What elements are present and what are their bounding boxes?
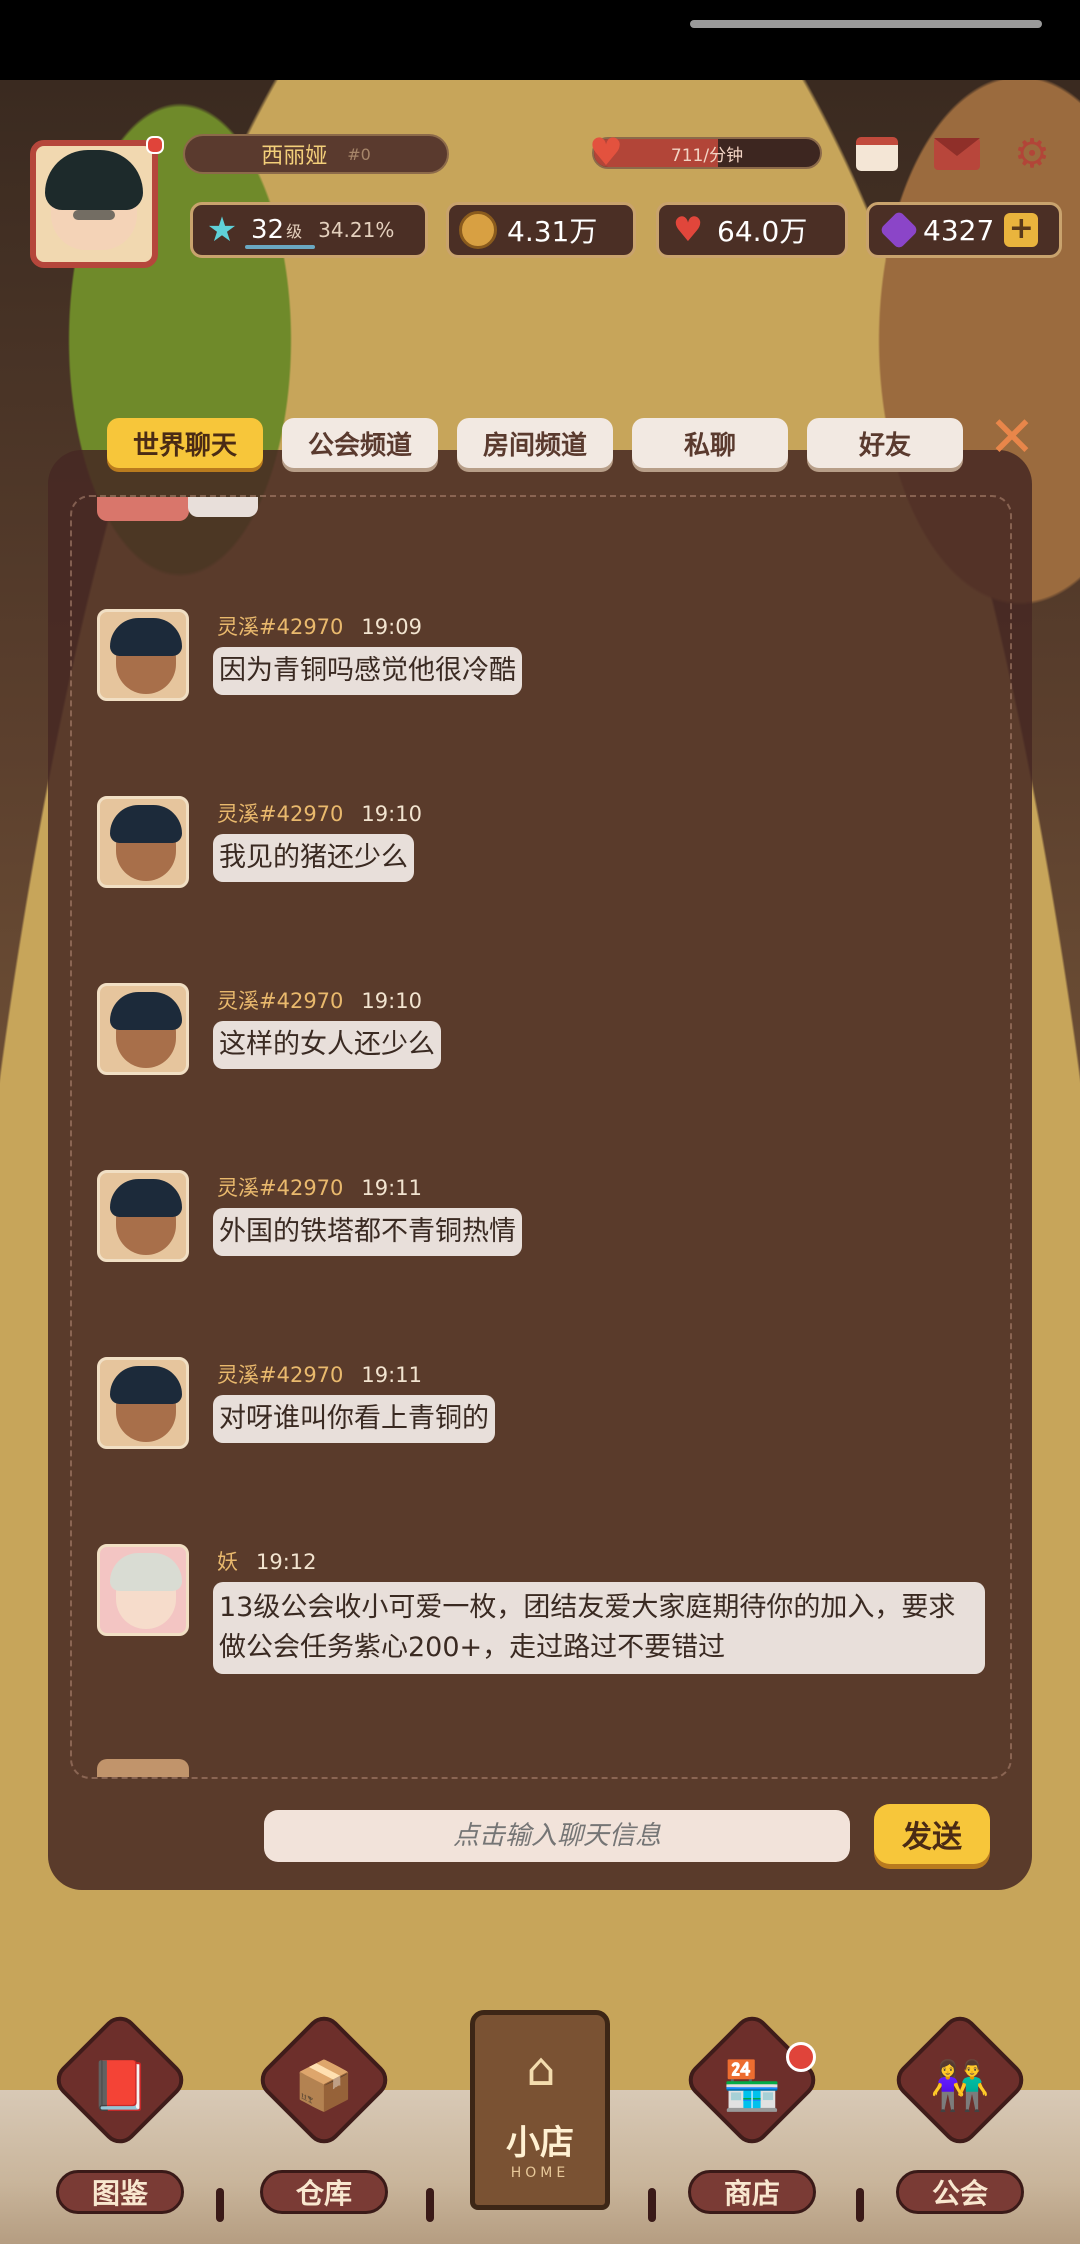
income-rate-bar: 711/分钟 — [592, 137, 822, 169]
message-time: 19:12 — [256, 1550, 317, 1574]
couple-icon: 👫 — [930, 2057, 990, 2114]
message-meta: 妖 19:12 — [217, 1546, 317, 1576]
nav-catalog-label: 图鉴 — [56, 2170, 184, 2214]
heart-icon: ♥ — [672, 210, 704, 250]
message-bubble — [188, 497, 258, 517]
nav-guild[interactable]: 👫 公会 — [889, 2009, 1031, 2214]
message-time: 19:10 — [361, 802, 422, 826]
message-time: 19:09 — [361, 615, 422, 639]
nav-divider — [648, 2188, 656, 2222]
star-icon: ★ — [206, 210, 238, 250]
message-meta: 灵溪#42970 19:09 — [217, 611, 422, 641]
gems-pill[interactable]: 4327 + — [866, 202, 1062, 258]
nav-warehouse[interactable]: 📦 仓库 — [253, 2009, 395, 2214]
nav-catalog[interactable]: 📕 图鉴 — [49, 2009, 191, 2214]
add-gems-button[interactable]: + — [1004, 213, 1039, 247]
house-icon: ⌂ — [526, 2042, 556, 2096]
income-rate-text: 711/分钟 — [670, 145, 744, 166]
message-username[interactable]: 灵溪#42970 — [217, 1176, 343, 1200]
nav-divider — [856, 2188, 864, 2222]
send-button[interactable]: 发送 — [874, 1804, 990, 1864]
player-avatar-face — [45, 150, 143, 250]
tab-world-chat[interactable]: 世界聊天 — [107, 418, 263, 468]
level-unit: 级 — [286, 222, 303, 241]
avatar[interactable] — [97, 796, 189, 888]
gear-icon[interactable]: ⚙ — [1008, 131, 1056, 177]
nav-home-shop[interactable]: ⌂ 小店 HOME — [470, 2010, 610, 2210]
message-meta: 灵溪#42970 19:10 — [217, 798, 422, 828]
avatar[interactable] — [97, 1759, 189, 1777]
avatar[interactable] — [97, 1544, 189, 1636]
player-avatar[interactable] — [30, 140, 158, 268]
status-bar — [0, 0, 1080, 80]
hearts-value: 64.0万 — [717, 215, 808, 248]
mail-icon[interactable] — [933, 134, 981, 174]
level-progress: 34.21% — [318, 218, 395, 242]
chat-input[interactable] — [264, 1810, 850, 1862]
box-icon: 📦 — [294, 2057, 354, 2114]
nav-shop-title: 小店 — [506, 2123, 574, 2163]
message-bubble: 因为青铜吗感觉他很冷酷 — [213, 647, 522, 695]
avatar[interactable] — [97, 1357, 189, 1449]
storefront-icon: 🏪 — [722, 2057, 782, 2114]
nav-guild-label: 公会 — [896, 2170, 1024, 2214]
player-name: 西丽娅 — [261, 144, 328, 169]
message-username[interactable]: 灵溪#42970 — [217, 802, 343, 826]
home-indicator[interactable] — [690, 20, 1042, 28]
heart-icon: ♥ — [588, 130, 624, 174]
message-meta: 灵溪#42970 19:11 — [217, 1172, 422, 1202]
nav-shop-subtitle: HOME — [510, 2165, 570, 2181]
gems-value: 4327 — [923, 213, 995, 247]
message-meta: 灵溪#42970 19:10 — [217, 985, 422, 1015]
gem-icon — [879, 210, 919, 250]
tab-friends[interactable]: 好友 — [807, 418, 963, 468]
coins-pill[interactable]: 4.31万 — [446, 202, 636, 258]
message-time: 19:11 — [361, 1363, 422, 1387]
nav-store-label: 商店 — [688, 2170, 816, 2214]
message-bubble: 这样的女人还少么 — [213, 1021, 441, 1069]
player-tag: #0 — [347, 144, 371, 164]
message-bubble: 13级公会收小可爱一枚，团结友爱大家庭期待你的加入，要求做公会任务紫心200+，… — [213, 1582, 985, 1674]
level-progress-bar — [245, 245, 315, 249]
nav-divider — [216, 2188, 224, 2222]
nav-warehouse-label: 仓库 — [260, 2170, 388, 2214]
close-icon[interactable]: ✕ — [984, 410, 1040, 466]
book-icon: 📕 — [90, 2057, 150, 2114]
tab-room-channel[interactable]: 房间频道 — [457, 418, 613, 468]
coin-icon — [459, 211, 497, 249]
nav-divider — [426, 2188, 434, 2222]
message-username[interactable]: 妖 — [217, 1550, 238, 1574]
message-bubble: 对呀谁叫你看上青铜的 — [213, 1395, 495, 1443]
message-time: 19:11 — [361, 1176, 422, 1200]
notification-dot — [146, 136, 164, 154]
player-name-plate[interactable]: 西丽娅 #0 — [183, 134, 449, 174]
message-username[interactable]: 灵溪#42970 — [217, 1363, 343, 1387]
notification-dot — [786, 2042, 816, 2072]
avatar[interactable] — [97, 1170, 189, 1262]
calendar-icon[interactable] — [853, 134, 901, 174]
chat-message-list[interactable]: 灵溪#42970 19:09 因为青铜吗感觉他很冷酷 灵溪#42970 19:10 … — [70, 495, 1012, 1779]
message-username[interactable]: 灵溪#42970 — [217, 989, 343, 1013]
message-bubble: 外国的铁塔都不青铜热情 — [213, 1208, 522, 1256]
message-bubble: 我见的猪还少么 — [213, 834, 414, 882]
tab-guild-channel[interactable]: 公会频道 — [282, 418, 438, 468]
tab-private-chat[interactable]: 私聊 — [632, 418, 788, 468]
avatar[interactable] — [97, 983, 189, 1075]
level-pill[interactable]: ★ 32 级 34.21% — [190, 202, 428, 258]
message-meta: 灵溪#42970 19:11 — [217, 1359, 422, 1389]
message-time: 19:10 — [361, 989, 422, 1013]
avatar[interactable] — [97, 497, 189, 521]
level-number: 32 — [251, 215, 285, 245]
avatar[interactable] — [97, 609, 189, 701]
coins-value: 4.31万 — [507, 215, 598, 248]
message-username[interactable]: 灵溪#42970 — [217, 615, 343, 639]
hearts-pill[interactable]: ♥ 64.0万 — [656, 202, 848, 258]
